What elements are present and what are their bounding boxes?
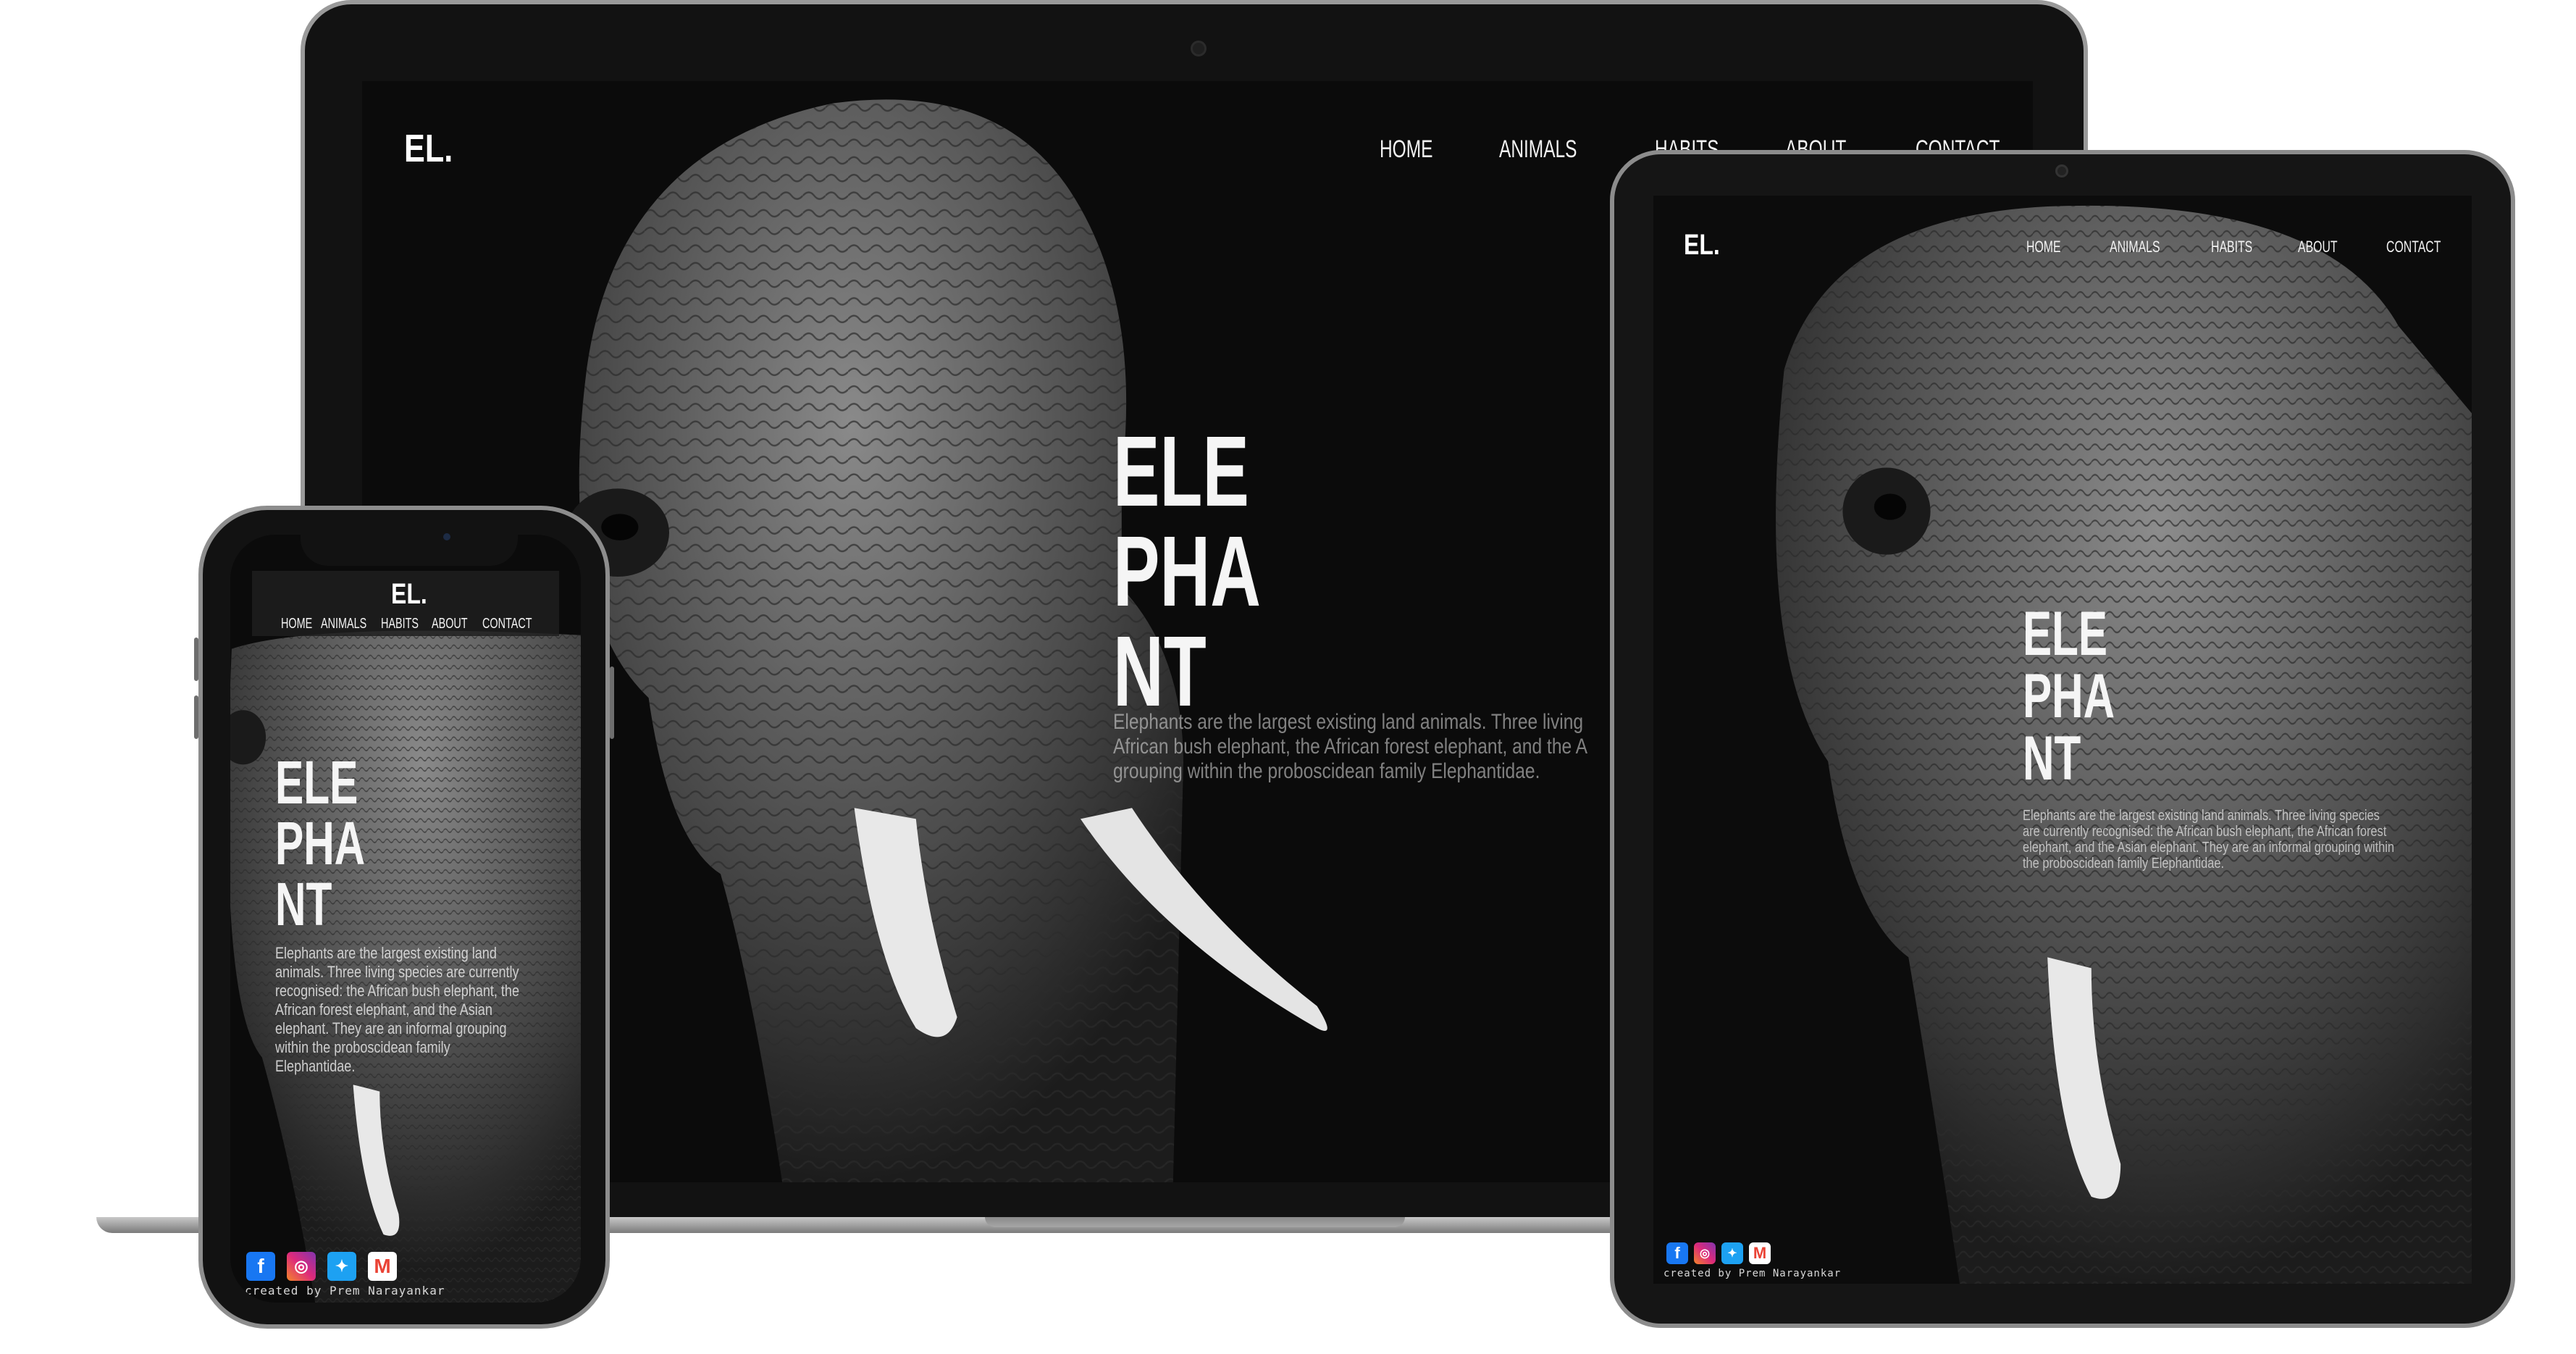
tablet-screen: EL. HOME ANIMALS HABITS ABOUT CONTACT EL… <box>1653 196 2472 1284</box>
phone-camera <box>443 533 450 540</box>
hero-description-line: are currently recognised: the African bu… <box>2023 824 2387 840</box>
nav-habits[interactable]: HABITS <box>2211 238 2252 256</box>
hero-description-line: recognised: the African bush elephant, t… <box>275 982 519 1000</box>
credit-text: created by Prem Narayankar <box>1664 1268 1842 1279</box>
hero-title-line: PHA <box>275 809 366 877</box>
hero-description-line: African forest elephant, and the Asian <box>275 1000 492 1019</box>
hero-description-line: grouping within the proboscidean family … <box>1113 759 1540 783</box>
phone-notch <box>301 532 518 566</box>
gmail-icon[interactable]: M <box>368 1252 397 1281</box>
phone-side-button <box>610 666 614 739</box>
hero-title-line: ELE <box>2023 599 2108 669</box>
hero-title-line: PHA <box>1113 516 1261 627</box>
credit-text: created by Prem Narayankar <box>245 1284 445 1297</box>
nav-home[interactable]: HOME <box>281 616 312 632</box>
hero-description-line: within the proboscidean family <box>275 1038 450 1056</box>
hero-title: ELE PHA NT <box>2023 603 2115 790</box>
nav-home[interactable]: HOME <box>1380 135 1432 164</box>
hero-description-line: Elephantidae. <box>275 1057 356 1075</box>
laptop-camera <box>1191 41 1207 57</box>
phone-screen: EL. HOME ANIMALS HABITS ABOUT CONTACT EL… <box>230 535 581 1303</box>
facebook-icon[interactable]: f <box>1666 1242 1688 1264</box>
site-logo[interactable]: EL. <box>391 578 427 611</box>
nav-home[interactable]: HOME <box>2026 238 2061 256</box>
instagram-icon[interactable]: ◎ <box>287 1252 316 1281</box>
hero-description-line: Elephants are the largest existing land <box>275 944 497 962</box>
site-logo[interactable]: EL. <box>404 126 453 171</box>
twitter-icon[interactable]: ✦ <box>327 1252 356 1281</box>
nav-about[interactable]: ABOUT <box>432 616 468 632</box>
hero-title-line: NT <box>1113 616 1207 727</box>
facebook-icon[interactable]: f <box>246 1252 275 1281</box>
hero-title-line: ELE <box>1113 416 1249 527</box>
tablet-camera <box>2055 164 2068 177</box>
nav-contact[interactable]: CONTACT <box>2386 238 2441 256</box>
hero-description-line: Elephants are the largest existing land … <box>1113 710 1584 734</box>
twitter-icon[interactable]: ✦ <box>1721 1242 1743 1264</box>
laptop-base-notch <box>985 1217 1405 1227</box>
hero-description-line: African bush elephant, the African fores… <box>1113 735 1588 759</box>
nav-about[interactable]: ABOUT <box>2298 238 2338 256</box>
nav-contact[interactable]: CONTACT <box>482 616 532 632</box>
nav-animals[interactable]: ANIMALS <box>321 616 366 632</box>
elephant-image <box>463 81 1492 1182</box>
hero-description-line: elephant, and the Asian elephant. They a… <box>2023 840 2395 856</box>
nav-animals[interactable]: ANIMALS <box>1499 135 1577 164</box>
hero-description: Elephants are the largest existing land … <box>2023 808 2394 872</box>
hero-title-line: ELE <box>275 748 358 816</box>
hero-title: ELE PHA NT <box>1113 422 1261 722</box>
hero-title: ELE PHA NT <box>275 752 365 935</box>
hero-description: Elephants are the largest existing land … <box>275 944 519 1076</box>
nav-habits[interactable]: HABITS <box>381 616 419 632</box>
hero-description-line: Elephants are the largest existing land … <box>2023 808 2380 824</box>
hero-description-line: the proboscidean family Elephantidae. <box>2023 856 2225 872</box>
hero-description-line: animals. Three living species are curren… <box>275 963 519 981</box>
hero-title-line: NT <box>275 870 332 938</box>
hero-description: Elephants are the largest existing land … <box>1113 710 1587 784</box>
gmail-icon[interactable]: M <box>1749 1242 1771 1264</box>
instagram-icon[interactable]: ◎ <box>1694 1242 1716 1264</box>
hero-title-line: NT <box>2023 724 2081 793</box>
nav-animals[interactable]: ANIMALS <box>2110 238 2160 256</box>
site-logo[interactable]: EL. <box>1684 229 1720 262</box>
hero-title-line: PHA <box>2023 661 2115 731</box>
hero-description-line: elephant. They are an informal grouping <box>275 1019 507 1037</box>
